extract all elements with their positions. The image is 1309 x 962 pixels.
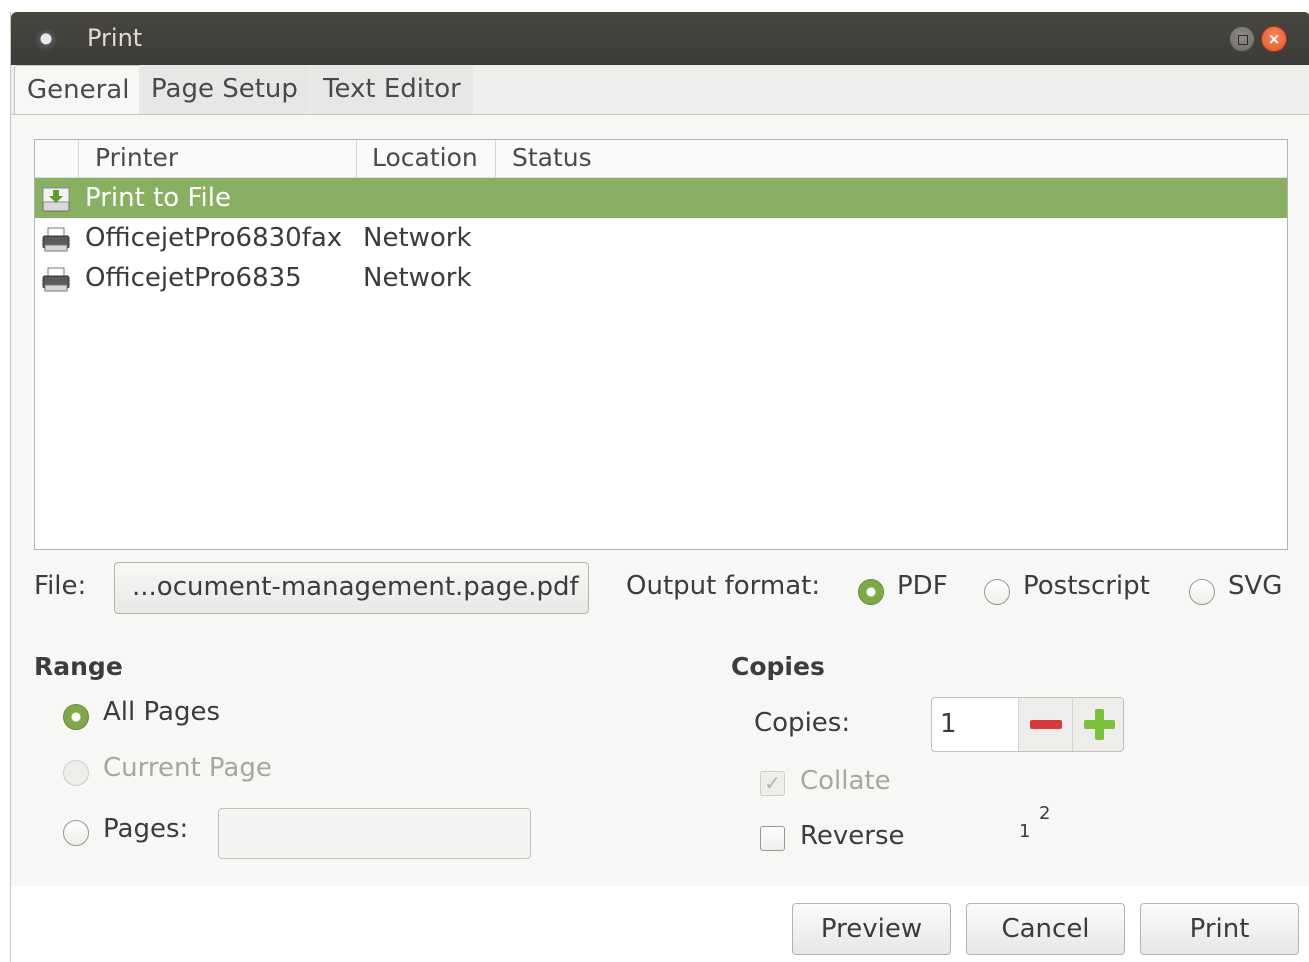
pdf-radio[interactable] <box>858 579 884 605</box>
printer-name: OfficejetPro6830fax <box>85 223 343 253</box>
reverse-checkbox[interactable] <box>760 826 785 851</box>
printer-row-officejetpro6835[interactable]: OfficejetPro6835 Network <box>35 258 1287 298</box>
printer-location: Network <box>363 223 472 253</box>
close-icon[interactable]: × <box>1261 26 1287 52</box>
column-header-printer[interactable]: Printer <box>79 140 357 178</box>
all-pages-radio[interactable] <box>63 704 89 730</box>
file-chooser-button[interactable]: ...ocument-management.page.pdf <box>114 562 589 614</box>
print-dialog: Print × General Page Setup Text Editor P… <box>10 12 1309 962</box>
button-bar: Preview Cancel Print <box>11 886 1309 962</box>
printer-list[interactable]: Printer Location Status Print to File Of… <box>34 139 1288 550</box>
all-pages-label[interactable]: All Pages <box>103 697 220 727</box>
copies-value[interactable]: 1 <box>940 698 957 751</box>
title-bar[interactable]: Print × <box>11 12 1309 65</box>
current-page-label: Current Page <box>103 753 272 783</box>
plus-icon[interactable] <box>1072 698 1123 751</box>
svg-radio[interactable] <box>1189 579 1215 605</box>
postscript-radio[interactable] <box>984 579 1010 605</box>
restore-icon[interactable] <box>1229 26 1255 52</box>
cancel-button[interactable]: Cancel <box>966 903 1125 955</box>
preview-button[interactable]: Preview <box>792 903 951 955</box>
printer-location: Network <box>363 263 472 293</box>
column-header-icon <box>35 140 79 178</box>
tab-page-setup[interactable]: Page Setup <box>139 65 310 115</box>
range-heading: Range <box>34 652 123 681</box>
tab-text-editor[interactable]: Text Editor <box>311 65 473 115</box>
printer-icon <box>41 265 71 292</box>
pages-label[interactable]: Pages: <box>103 814 188 844</box>
column-header-status[interactable]: Status <box>496 140 1287 178</box>
copies-label: Copies: <box>754 708 851 738</box>
general-panel: Printer Location Status Print to File Of… <box>11 114 1309 889</box>
pdf-label[interactable]: PDF <box>897 571 948 601</box>
printer-row-officejetpro6830fax[interactable]: OfficejetPro6830fax Network <box>35 218 1287 258</box>
window-title: Print <box>87 24 143 52</box>
collate-label: Collate <box>800 766 891 796</box>
minus-icon[interactable] <box>1018 698 1072 751</box>
reverse-label[interactable]: Reverse <box>800 821 905 851</box>
pages-input[interactable] <box>218 808 531 859</box>
svg-label[interactable]: SVG <box>1228 571 1282 601</box>
printer-name: OfficejetPro6835 <box>85 263 302 293</box>
pages-radio[interactable] <box>63 820 89 846</box>
collate-diagram-page-2: 2 <box>1039 803 1051 824</box>
collate-checkbox: ✓ <box>760 771 785 796</box>
printer-icon <box>41 225 71 252</box>
tab-general[interactable]: General <box>14 65 143 115</box>
copies-heading: Copies <box>731 652 825 681</box>
tab-bar: General Page Setup Text Editor <box>11 65 1309 115</box>
copies-spinbutton[interactable]: 1 <box>931 697 1124 752</box>
printer-row-print-to-file[interactable]: Print to File <box>35 178 1287 218</box>
output-format-label: Output format: <box>626 571 821 601</box>
file-label: File: <box>34 571 87 601</box>
printer-name: Print to File <box>85 183 231 213</box>
column-header-location[interactable]: Location <box>357 140 496 178</box>
postscript-label[interactable]: Postscript <box>1023 571 1150 601</box>
current-page-radio <box>63 760 89 786</box>
print-button[interactable]: Print <box>1140 903 1299 955</box>
print-to-file-icon <box>41 185 71 212</box>
app-icon <box>35 29 57 51</box>
collate-diagram-page-1: 1 <box>1019 821 1031 842</box>
